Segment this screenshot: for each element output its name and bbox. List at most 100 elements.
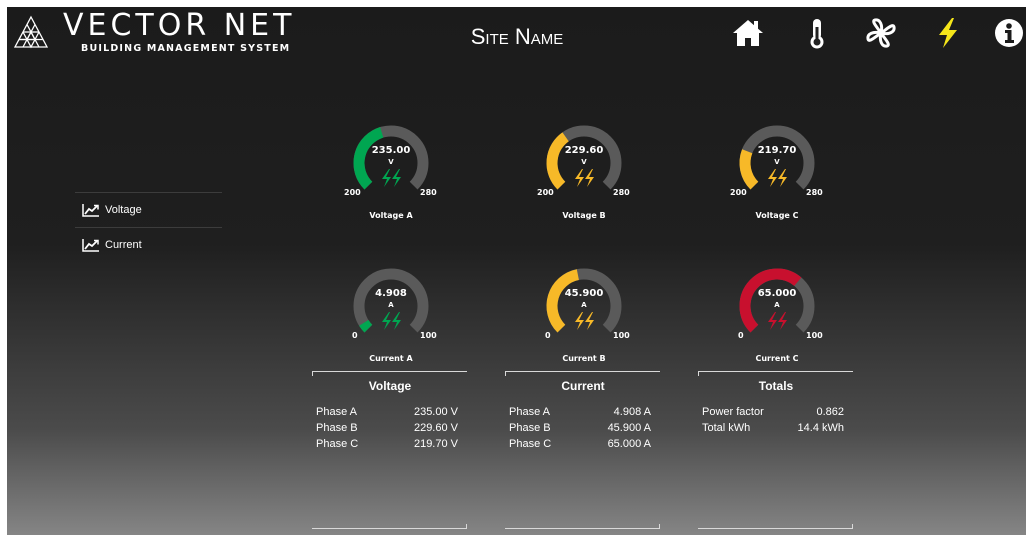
- sidebar-item-voltage[interactable]: Voltage: [75, 192, 222, 227]
- fan-icon: [866, 18, 896, 48]
- row-label: Phase C: [316, 438, 359, 450]
- row-value: 4.908 A: [613, 406, 651, 418]
- row-value: 65.000 A: [607, 438, 651, 450]
- thermometer-icon: [810, 19, 824, 49]
- panel-border-bottom: [698, 524, 853, 529]
- panel-totals: Totals Power factor 0.862 Total kWh 14.4 k…: [698, 371, 854, 529]
- panel-row: Power factor 0.862: [702, 406, 844, 421]
- info-icon: [995, 19, 1023, 47]
- panel-row: Total kWh 14.4 kWh: [702, 422, 844, 437]
- bolt-icon: [768, 169, 787, 187]
- row-value: 14.4 kWh: [797, 422, 844, 434]
- gauge-min: 0: [738, 331, 744, 340]
- panel-row: Phase B 229.60 V: [316, 422, 458, 437]
- gauge-unit: V: [581, 158, 587, 166]
- nav-home-button[interactable]: [728, 15, 768, 51]
- gauge-current-c: 65.000 A 0 100 Current C: [702, 263, 852, 383]
- gauge-min: 0: [545, 331, 551, 340]
- row-label: Total kWh: [702, 422, 751, 434]
- row-value: 229.60 V: [413, 422, 458, 434]
- gauge-voltage-c: 219.70 V 200 280 Voltage C: [702, 120, 852, 240]
- gauge-min: 200: [537, 188, 554, 197]
- gauge-current-b: 45.900 A 0 100 Current B: [509, 263, 659, 383]
- gauge-label: Voltage C: [755, 211, 799, 220]
- nav-fan-button[interactable]: [861, 15, 901, 51]
- gauge-value: 45.900: [564, 288, 604, 299]
- sidebar-item-label: Voltage: [105, 204, 142, 216]
- sidebar: Voltage Current: [75, 192, 222, 262]
- gauge-fill-arc: [739, 149, 759, 190]
- panel-row: Phase B 45.900 A: [509, 422, 651, 437]
- gauge-value: 235.00: [371, 145, 411, 156]
- gauge-min: 200: [344, 188, 361, 197]
- gauge-unit: A: [388, 301, 394, 309]
- panel-title: Voltage: [368, 379, 412, 393]
- gauge-label: Current B: [562, 354, 606, 363]
- gauge-voltage-a: 235.00 V 200 280 Voltage A: [316, 120, 466, 240]
- app-window: VECTOR NET BUILDING MANAGEMENT SYSTEM Si…: [7, 7, 1026, 535]
- row-value: 219.70 V: [413, 438, 458, 450]
- panel-border-top: [505, 371, 660, 376]
- row-value: 45.900 A: [607, 422, 651, 434]
- brand-name: VECTOR NET: [63, 8, 296, 43]
- panel-title: Totals: [758, 379, 794, 393]
- gauge-value: 4.908: [375, 288, 407, 299]
- gauge-voltage-b: 229.60 V 200 280 Voltage B: [509, 120, 659, 240]
- gauge-value: 65.000: [757, 288, 797, 299]
- gauge-max: 280: [806, 188, 823, 197]
- panel-title: Current: [561, 379, 605, 393]
- row-label: Phase B: [316, 422, 358, 434]
- gauge-min: 200: [730, 188, 747, 197]
- sidebar-item-label: Current: [105, 239, 142, 251]
- panel-border-top: [312, 371, 467, 376]
- nav-info-button[interactable]: [989, 15, 1026, 51]
- panel-border-bottom: [312, 524, 467, 529]
- gauge-min: 0: [352, 331, 358, 340]
- row-label: Power factor: [702, 406, 764, 418]
- row-value: 235.00 V: [413, 406, 458, 418]
- logo[interactable]: VECTOR NET BUILDING MANAGEMENT SYSTEM: [7, 7, 291, 67]
- panel-border-bottom: [505, 524, 660, 529]
- bolt-icon: [575, 312, 594, 330]
- panel-voltage: Voltage Phase A 235.00 V Phase B 229.60 V …: [312, 371, 468, 529]
- gauge-label: Current A: [369, 354, 413, 363]
- brand-subtitle: BUILDING MANAGEMENT SYSTEM: [81, 43, 291, 54]
- nav-temperature-button[interactable]: [797, 15, 837, 51]
- gauge-max: 100: [613, 331, 630, 340]
- row-label: Phase B: [509, 422, 551, 434]
- panel-row: Phase C 219.70 V: [316, 438, 458, 453]
- chart-line-icon: [82, 204, 99, 217]
- row-label: Phase A: [316, 406, 357, 418]
- panel-row: Phase A 4.908 A: [509, 406, 651, 421]
- chart-line-icon: [82, 239, 99, 252]
- gauge-max: 280: [420, 188, 437, 197]
- gauge-unit: A: [774, 301, 780, 309]
- logo-triangle-icon: [13, 15, 49, 49]
- gauge-label: Current C: [755, 354, 799, 363]
- gauge-max: 280: [613, 188, 630, 197]
- gauge-value: 219.70: [757, 145, 797, 156]
- panel-current: Current Phase A 4.908 A Phase B 45.900 A P…: [505, 371, 661, 529]
- gauge-value: 229.60: [564, 145, 604, 156]
- gauge-unit: A: [581, 301, 587, 309]
- gauge-unit: V: [388, 158, 394, 166]
- gauge-unit: V: [774, 158, 780, 166]
- bolt-icon: [382, 169, 401, 187]
- gauge-current-a: 4.908 A 0 100 Current A: [316, 263, 466, 383]
- panel-row: Phase C 65.000 A: [509, 438, 651, 453]
- bolt-icon: [768, 312, 787, 330]
- gauge-label: Voltage B: [562, 211, 606, 220]
- bolt-icon: [575, 169, 594, 187]
- row-value: 0.862: [816, 406, 844, 418]
- gauge-max: 100: [806, 331, 823, 340]
- gauge-max: 100: [420, 331, 437, 340]
- bolt-icon: [382, 312, 401, 330]
- gauge-fill-arc: [359, 319, 373, 333]
- gauge-label: Voltage A: [369, 211, 413, 220]
- panel-row: Phase A 235.00 V: [316, 406, 458, 421]
- sidebar-item-current[interactable]: Current: [75, 227, 222, 262]
- nav-energy-button[interactable]: [928, 15, 968, 51]
- home-icon: [733, 20, 763, 46]
- bolt-icon: [939, 18, 957, 48]
- row-label: Phase A: [509, 406, 550, 418]
